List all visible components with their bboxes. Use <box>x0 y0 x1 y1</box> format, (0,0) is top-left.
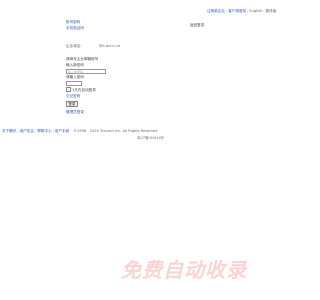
confirm-label: 请输入密码 <box>66 75 84 80</box>
confirm-input[interactable] <box>66 80 82 86</box>
admin-login-link[interactable]: 管理员登录 <box>66 110 106 114</box>
footer-agreement-link[interactable]: 用户协议 <box>20 129 34 133</box>
tab-account-password[interactable]: 帐号密码 <box>66 20 84 24</box>
login-form: 请填写企业邮箱帐号 输入新密码 输入新密码 请输入密码 1天内自动登录 忘记密码… <box>66 57 106 116</box>
return-login-link[interactable]: 返回登录 <box>190 23 204 27</box>
footer-about-link[interactable]: 关于腾讯 <box>2 129 16 133</box>
password-input[interactable]: 输入新密码 <box>66 68 106 74</box>
remember-row[interactable]: 1天内自动登录 <box>66 87 106 93</box>
domain-value: @a.bnnn.co <box>98 44 121 48</box>
top-nav: 注册新企业|客户端登录|English|繁体版 <box>207 9 276 13</box>
footer-help-link[interactable]: 帮助中心 <box>37 129 51 133</box>
remember-checkbox[interactable] <box>66 87 71 93</box>
footer-links: 关于腾讯|用户协议|帮助中心|用户手册 ©1998 - 2024 Tencent… <box>2 129 157 133</box>
password-label: 输入新密码 <box>66 62 84 67</box>
forgot-password-link[interactable]: 忘记密码 <box>66 94 106 98</box>
english-link[interactable]: English <box>249 9 262 13</box>
login-tabs: 帐号密码 手机验证码 <box>66 20 84 33</box>
register-enterprise-link[interactable]: 注册新企业 <box>207 9 225 13</box>
copyright-text: ©1998 - 2024 Tencent Inc. All Rights Res… <box>73 129 158 133</box>
footer-manual-link[interactable]: 用户手册 <box>55 129 69 133</box>
form-instructions: 请填写企业邮箱帐号 <box>66 57 99 61</box>
domain-label: 企业域名: <box>66 44 82 48</box>
tab-sms-code[interactable]: 手机验证码 <box>66 26 84 30</box>
login-button[interactable]: 登录 <box>66 100 78 107</box>
domain-row: 企业域名: @a.bnnn.co <box>66 44 120 48</box>
watermark-text: 免费自动收录 <box>121 258 247 282</box>
traditional-chinese-link[interactable]: 繁体版 <box>266 9 277 13</box>
remember-label: 1天内自动登录 <box>72 87 96 92</box>
client-login-link[interactable]: 客户端登录 <box>228 9 246 13</box>
icp-license: 粤ICP备05061B号 <box>137 136 164 140</box>
